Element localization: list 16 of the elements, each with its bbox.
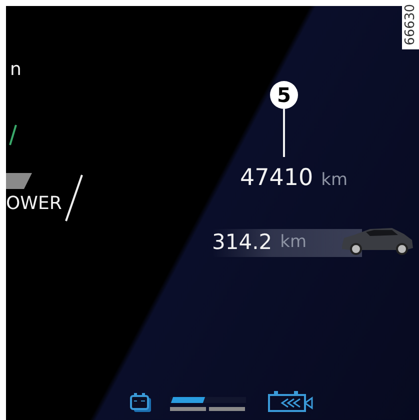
gauge-tick-mark	[64, 174, 84, 222]
gauge-segment	[209, 407, 245, 411]
range-unit: km	[280, 231, 307, 254]
battery-charging-icon	[268, 390, 314, 412]
mode-label: n	[10, 58, 22, 82]
gauge-segment	[170, 407, 206, 411]
car-icon	[340, 226, 414, 256]
callout-number: 5	[270, 81, 298, 109]
triangle-marker	[6, 173, 32, 189]
odometer-value: 47410	[240, 165, 314, 191]
leader-line	[283, 109, 285, 157]
odometer-unit: km	[321, 170, 348, 190]
range-value: 314.2	[212, 229, 272, 256]
power-label: OWER	[6, 192, 62, 216]
gauge-tick-mark	[8, 124, 18, 146]
battery-icon	[130, 393, 152, 413]
